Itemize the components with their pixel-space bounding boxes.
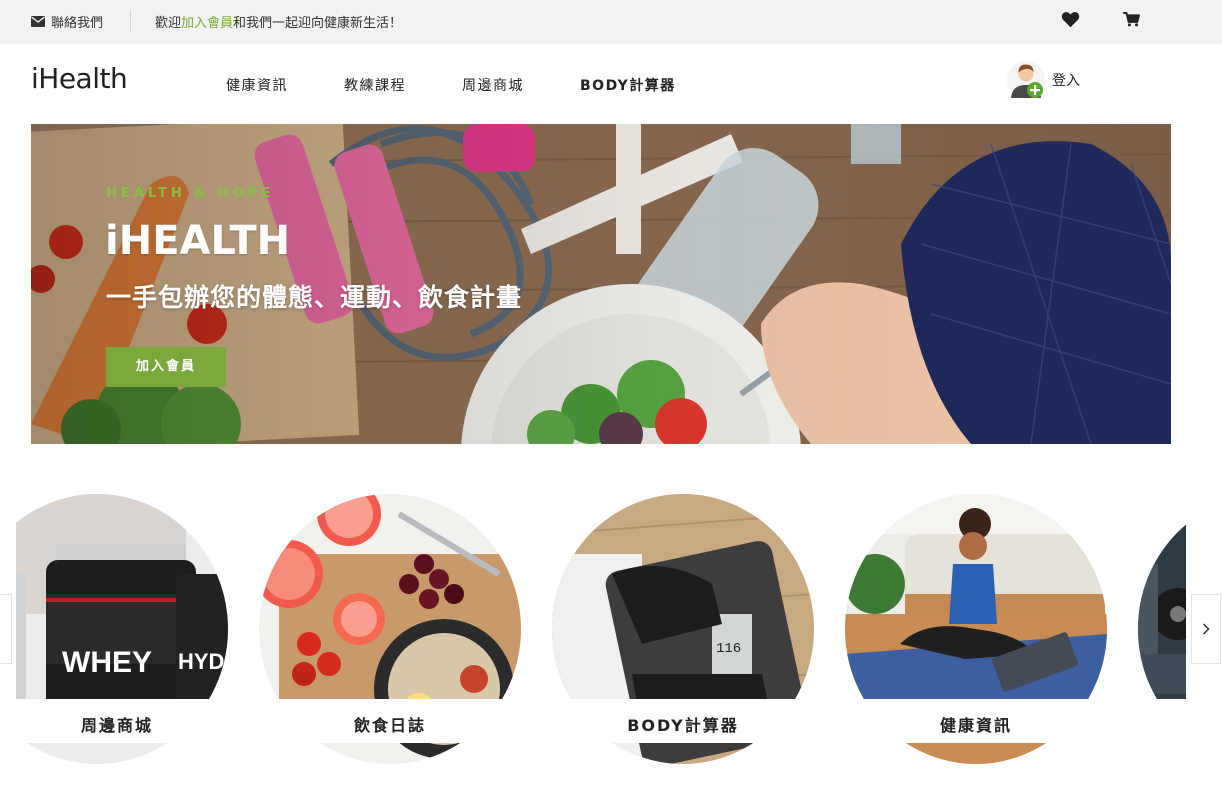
carousel-label-diet-log: 飲食日誌 (353, 716, 426, 735)
carousel-label-body-calculator: BODY計算器 (627, 716, 739, 735)
wishlist-button[interactable] (1061, 11, 1080, 32)
join-member-button[interactable]: 加入會員 (106, 347, 226, 387)
carousel-label-health-info: 健康資訊 (939, 716, 1012, 735)
top-bar: 聯絡我們 歡迎加入會員和我們一起迎向健康新生活！ (0, 0, 1222, 44)
svg-text:HYD: HYD (178, 649, 224, 674)
carousel-card-next[interactable] (1138, 494, 1186, 764)
hero-subtitle: 一手包辦您的體態、運動、飲食計畫 (106, 283, 523, 312)
main-nav: 健康資訊 教練課程 周邊商城 BODY計算器 (226, 75, 732, 95)
cart-icon (1123, 11, 1140, 27)
label-band (1138, 699, 1186, 743)
carousel-label-shop: 周邊商城 (80, 716, 153, 735)
carousel-card-health-info[interactable]: 健康資訊 (845, 494, 1107, 764)
topbar-divider (130, 10, 131, 32)
envelope-icon (31, 16, 45, 27)
cart-button[interactable] (1123, 11, 1140, 31)
heart-icon (1061, 12, 1080, 28)
nav-body-calculator[interactable]: BODY計算器 (580, 75, 676, 95)
welcome-message: 歡迎加入會員和我們一起迎向健康新生活！ (155, 12, 402, 31)
welcome-suffix: 和我們一起迎向健康新生活！ (233, 16, 403, 31)
hero-tagline: HEALTH & HOPE (106, 186, 275, 201)
hero-banner: HEALTH & HOPE iHEALTH 一手包辦您的體態、運動、飲食計畫 加… (31, 124, 1171, 444)
carousel-card-shop[interactable]: WHEY HYD 周邊商城 (16, 494, 228, 764)
site-logo[interactable]: iHealth (31, 62, 128, 95)
carousel-card-diet-log[interactable]: 飲食日誌 (259, 494, 521, 764)
join-member-link[interactable]: 加入會員 (181, 16, 233, 31)
chevron-left-icon (0, 624, 1, 634)
welcome-prefix: 歡迎 (155, 16, 182, 31)
chevron-right-icon (1202, 623, 1210, 635)
contact-link[interactable]: 聯絡我們 (31, 12, 103, 31)
hero-title: iHEALTH (105, 218, 291, 264)
nav-health-info[interactable]: 健康資訊 (226, 75, 288, 95)
carousel-card-body-calculator[interactable]: 116 BODY計算器 (552, 494, 814, 764)
carousel-next-button[interactable] (1191, 594, 1221, 664)
login-button[interactable]: 登入 (1006, 60, 1080, 100)
contact-label: 聯絡我們 (51, 16, 104, 31)
login-label: 登入 (1052, 73, 1080, 89)
category-carousel: WHEY HYD 周邊商城 飲食日誌 116 BODY計算器 健康資訊 (16, 494, 1186, 764)
user-add-icon (1007, 61, 1045, 99)
svg-text:WHEY: WHEY (62, 646, 152, 679)
svg-text:116: 116 (716, 641, 741, 657)
nav-coach-courses[interactable]: 教練課程 (344, 75, 406, 95)
nav-shop[interactable]: 周邊商城 (462, 75, 524, 95)
carousel-prev-button[interactable] (0, 594, 12, 664)
